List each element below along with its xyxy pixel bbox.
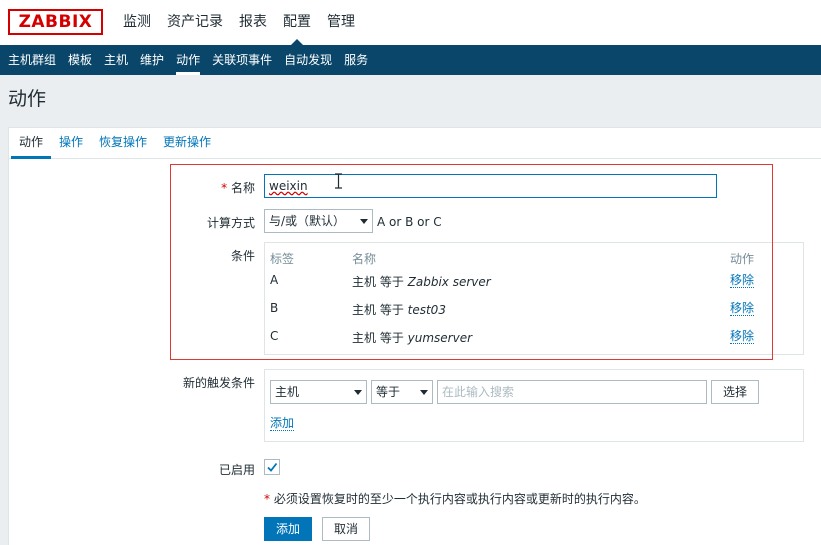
top-bar: ZABBIX 监测 资产记录 报表 配置 管理 <box>0 0 821 45</box>
condition-tag: A <box>270 273 279 287</box>
add-button[interactable]: 添加 <box>264 517 312 541</box>
required-mark: * <box>264 492 270 506</box>
main-menu-monitoring[interactable]: 监测 <box>115 0 159 45</box>
enabled-label: 已启用 <box>218 463 255 477</box>
main-menu-administration[interactable]: 管理 <box>319 0 363 45</box>
new-condition-box: 主机 等于 在此输入搜索 选择 添加 <box>264 369 804 442</box>
new-condition-operator-value: 等于 <box>376 385 401 399</box>
calc-expression: A or B or C <box>377 215 442 229</box>
tab-recovery-operations[interactable]: 恢复操作 <box>91 128 155 158</box>
condition-tag: B <box>270 301 279 315</box>
name-input-value: weixin <box>269 179 308 193</box>
chevron-down-icon <box>420 390 428 395</box>
zabbix-logo[interactable]: ZABBIX <box>8 9 103 35</box>
condition-text: 主机 等于 yumserver <box>352 329 472 346</box>
condition-tag: C <box>270 329 279 343</box>
sub-menu-host-groups[interactable]: 主机群组 <box>2 45 62 75</box>
conditions-label: 条件 <box>230 249 255 263</box>
sub-menu-discovery[interactable]: 自动发现 <box>278 45 338 75</box>
sub-menu-actions[interactable]: 动作 <box>170 45 206 75</box>
condition-remove-link[interactable]: 移除 <box>730 273 755 288</box>
main-menu-configuration[interactable]: 配置 <box>275 0 319 45</box>
name-label: * 名称 <box>159 179 255 196</box>
tab-operations[interactable]: 操作 <box>51 128 91 158</box>
page-title: 动作 <box>8 88 47 110</box>
calc-label: 计算方式 <box>206 216 255 230</box>
required-note: * 必须设置恢复时的至少一个执行内容或执行内容或更新时的执行内容。 <box>264 490 646 507</box>
condition-prefix: 主机 等于 <box>352 275 408 289</box>
condition-remove-link[interactable]: 移除 <box>730 329 755 344</box>
condition-value: yumserver <box>407 331 473 345</box>
condition-prefix: 主机 等于 <box>352 303 408 317</box>
main-menu-inventory[interactable]: 资产记录 <box>159 0 231 45</box>
form-tabs: 动作 操作 恢复操作 更新操作 <box>9 128 821 159</box>
text-cursor-icon <box>335 173 342 189</box>
tab-action[interactable]: 动作 <box>11 128 52 159</box>
action-form-panel: 动作 操作 恢复操作 更新操作 * 名称 weixin 计算方式 与/或（默认）… <box>8 127 821 545</box>
sub-menu: 主机群组 模板 主机 维护 动作 关联项事件 自动发现 服务 <box>0 45 821 75</box>
checkmark-icon <box>267 462 278 472</box>
sub-menu-maintenance[interactable]: 维护 <box>134 45 170 75</box>
enabled-checkbox[interactable] <box>264 459 280 475</box>
new-condition-type-select[interactable]: 主机 <box>270 380 367 404</box>
condition-value: Zabbix server <box>407 275 491 289</box>
sub-menu-templates[interactable]: 模板 <box>62 45 98 75</box>
required-mark: * <box>221 181 228 195</box>
condition-text: 主机 等于 Zabbix server <box>352 273 491 290</box>
add-condition-link[interactable]: 添加 <box>270 416 295 431</box>
required-note-text: 必须设置恢复时的至少一个执行内容或执行内容或更新时的执行内容。 <box>273 492 646 506</box>
tab-update-operations[interactable]: 更新操作 <box>155 128 219 158</box>
condition-text: 主机 等于 test03 <box>352 301 446 318</box>
conditions-header-action: 动作 <box>730 252 755 266</box>
condition-prefix: 主机 等于 <box>352 331 408 345</box>
new-condition-label: 新的触发条件 <box>182 376 255 390</box>
conditions-header-name: 名称 <box>352 252 377 266</box>
sub-menu-services[interactable]: 服务 <box>338 45 374 75</box>
sub-menu-event-correlation[interactable]: 关联项事件 <box>206 45 278 75</box>
new-condition-type-value: 主机 <box>275 385 300 399</box>
chevron-down-icon <box>360 219 368 224</box>
calc-type-value: 与/或（默认） <box>269 214 346 228</box>
name-input[interactable]: weixin <box>264 174 717 198</box>
main-menu: 监测 资产记录 报表 配置 管理 <box>115 0 363 45</box>
condition-value: test03 <box>407 303 446 317</box>
new-condition-search-input[interactable]: 在此输入搜索 <box>437 380 707 404</box>
main-menu-reports[interactable]: 报表 <box>231 0 275 45</box>
calc-type-select[interactable]: 与/或（默认） <box>264 209 373 233</box>
conditions-table: 标签 名称 动作 A 主机 等于 Zabbix server 移除 B 主机 等… <box>264 242 804 355</box>
conditions-header-tag: 标签 <box>270 252 295 266</box>
condition-remove-link[interactable]: 移除 <box>730 301 755 316</box>
select-button[interactable]: 选择 <box>711 380 759 404</box>
cancel-button[interactable]: 取消 <box>322 517 370 541</box>
search-placeholder: 在此输入搜索 <box>442 385 515 399</box>
sub-menu-hosts[interactable]: 主机 <box>98 45 134 75</box>
name-label-text: 名称 <box>230 181 255 195</box>
chevron-down-icon <box>354 390 362 395</box>
new-condition-operator-select[interactable]: 等于 <box>371 380 433 404</box>
